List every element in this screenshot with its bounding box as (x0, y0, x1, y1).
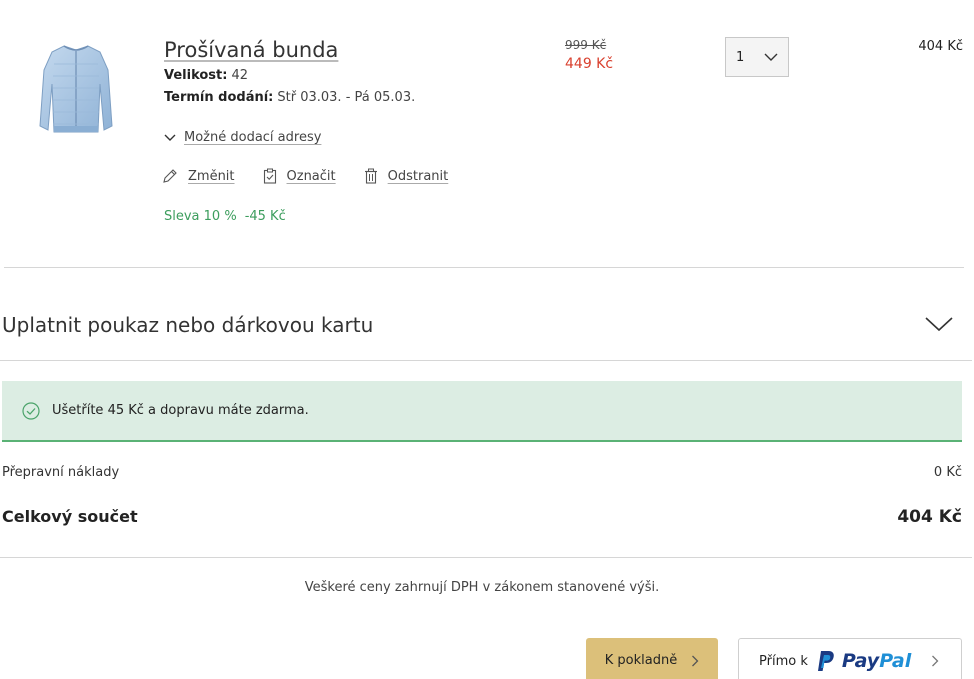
product-image[interactable] (36, 40, 116, 136)
trash-icon (364, 168, 377, 184)
pencil-icon (163, 169, 177, 183)
paypal-p-icon (817, 651, 834, 671)
divider (0, 360, 972, 361)
paypal-pal: Pal (879, 650, 912, 672)
total-value: 404 Kč (897, 507, 962, 527)
voucher-toggle[interactable]: Uplatnit poukaz nebo dárkovou kartu (2, 313, 373, 337)
product-delivery: Termín dodání: Stř 03.03. - Pá 05.03. (164, 90, 415, 105)
delivery-value: Stř 03.03. - Pá 05.03. (277, 90, 416, 105)
chevron-down-icon (764, 53, 778, 61)
product-actions: Změnit Označit Odstranit (162, 168, 448, 184)
chevron-right-icon (692, 655, 699, 666)
remove-button[interactable]: Odstranit (364, 168, 449, 184)
check-circle-icon (22, 401, 40, 420)
edit-label: Změnit (188, 168, 235, 184)
paypal-prefix: Přímo k (759, 653, 808, 669)
discount-value: -45 Kč (244, 209, 286, 224)
vat-note: Veškeré ceny zahrnují DPH v zákonem stan… (304, 580, 660, 595)
chevron-down-icon[interactable] (924, 314, 954, 334)
shipping-label: Přepravní náklady (2, 465, 120, 480)
jacket-image-icon (39, 45, 113, 133)
size-value: 42 (231, 68, 249, 83)
product-title[interactable]: Prošívaná bunda (164, 38, 338, 62)
paypal-logo: PayPal (816, 649, 911, 673)
chevron-down-icon (164, 134, 176, 141)
chevron-right-icon (932, 655, 939, 667)
product-size: Velikost: 42 (164, 68, 248, 83)
checkout-button[interactable]: K pokladně (586, 638, 718, 679)
edit-button[interactable]: Změnit (162, 168, 235, 184)
discount-label: Sleva 10 % (164, 209, 237, 224)
savings-notice-text: Ušetříte 45 Kč a dopravu máte zdarma. (52, 403, 309, 418)
line-total: 404 Kč (918, 39, 963, 54)
paypal-pay: Pay (841, 650, 880, 672)
paypal-button[interactable]: Přímo k PayPal (738, 638, 962, 679)
total-label: Celkový součet (2, 507, 138, 526)
divider (0, 557, 972, 558)
savings-notice: Ušetříte 45 Kč a dopravu máte zdarma. (2, 381, 962, 442)
shipping-value: 0 Kč (933, 465, 962, 480)
checkout-label: K pokladně (604, 653, 678, 668)
quantity-select[interactable]: 1 (725, 37, 789, 77)
delivery-addresses-toggle[interactable]: Možné dodací adresy (164, 130, 321, 145)
original-price: 999 Kč (565, 38, 607, 52)
divider (4, 267, 964, 268)
quantity-value: 1 (736, 49, 745, 65)
sale-price: 449 Kč (565, 56, 614, 72)
clipboard-check-icon (263, 168, 276, 184)
mark-label: Označit (286, 168, 336, 184)
remove-label: Odstranit (387, 168, 449, 184)
delivery-addresses-label: Možné dodací adresy (184, 130, 322, 145)
discount-info: Sleva 10 % -45 Kč (164, 209, 286, 224)
size-label: Velikost: (164, 68, 228, 83)
delivery-label: Termín dodání: (164, 90, 274, 105)
mark-button[interactable]: Označit (263, 168, 336, 184)
